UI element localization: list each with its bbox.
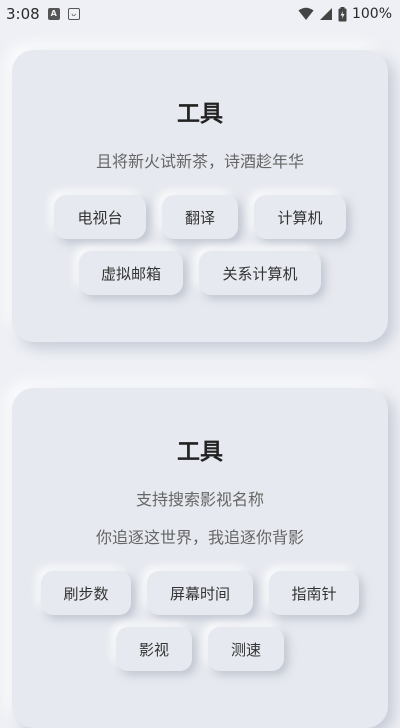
cat-icon: ᴗ — [67, 8, 80, 20]
card-title: 工具 — [177, 101, 223, 127]
compass-button[interactable]: 指南针 — [269, 571, 359, 615]
card-subtitle-2: 你追逐这世界，我追逐你背影 — [95, 528, 304, 547]
tools-card-1: 工具 且将新火试新茶，诗酒趁年华 电视台 翻译 计算机 虚拟邮箱 关系计算机 — [12, 50, 388, 342]
chip-row: 电视台 翻译 计算机 — [12, 195, 388, 239]
chip-row: 虚拟邮箱 关系计算机 — [12, 251, 388, 295]
battery-icon — [338, 6, 347, 21]
virtual-mailbox-button[interactable]: 虚拟邮箱 — [79, 251, 183, 295]
status-right: 100% — [298, 6, 392, 22]
status-time: 3:08 — [6, 5, 40, 23]
relation-calculator-button[interactable]: 关系计算机 — [199, 251, 321, 295]
translate-button[interactable]: 翻译 — [162, 195, 238, 239]
status-bar: 3:08 A ᴗ 100% — [0, 0, 400, 28]
card-subtitle: 且将新火试新茶，诗酒趁年华 — [95, 152, 304, 171]
chip-row: 影视 测速 — [12, 627, 388, 671]
step-count-button[interactable]: 刷步数 — [41, 571, 131, 615]
signal-icon — [319, 8, 332, 20]
tools-card-2: 工具 支持搜索影视名称 你追逐这世界，我追逐你背影 刷步数 屏幕时间 指南针 影… — [12, 388, 388, 728]
speed-test-button[interactable]: 测速 — [208, 627, 284, 671]
a-icon: A — [47, 8, 60, 20]
tv-station-button[interactable]: 电视台 — [54, 195, 146, 239]
card-title: 工具 — [177, 439, 223, 465]
status-left: 3:08 A ᴗ — [6, 5, 80, 23]
chip-row: 刷步数 屏幕时间 指南针 — [12, 571, 388, 615]
calculator-button[interactable]: 计算机 — [254, 195, 346, 239]
card-subtitle: 支持搜索影视名称 — [135, 490, 264, 509]
video-button[interactable]: 影视 — [116, 627, 192, 671]
screen-time-button[interactable]: 屏幕时间 — [147, 571, 253, 615]
wifi-icon — [298, 7, 314, 20]
battery-level: 100% — [351, 6, 392, 22]
